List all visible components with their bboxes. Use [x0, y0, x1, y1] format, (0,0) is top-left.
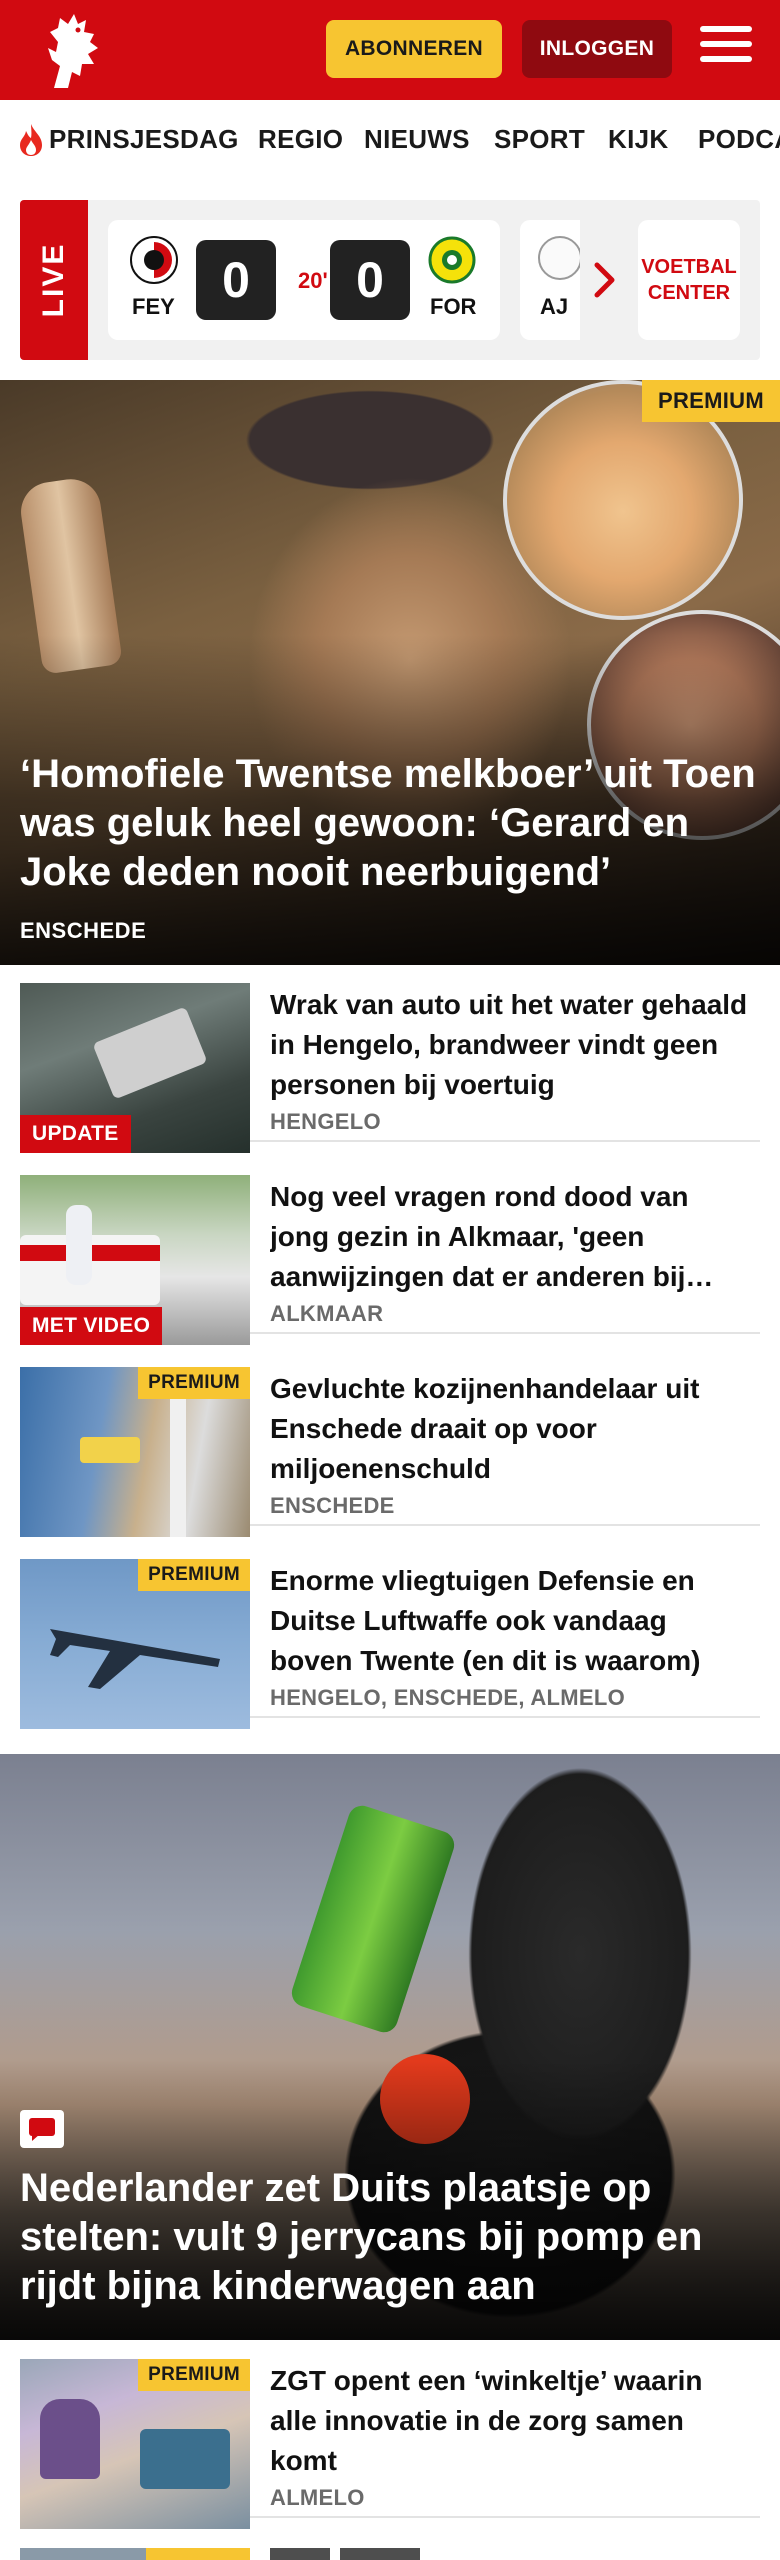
article-location: ALKMAAR	[270, 1301, 384, 1326]
feyenoord-logo-icon	[130, 236, 178, 284]
airplane-icon	[50, 1629, 220, 1689]
premium-badge: PREMIUM	[138, 2359, 250, 2391]
list-item[interactable]: MET VIDEO Nog veel vragen rond dood van …	[20, 1159, 760, 1345]
article-location: ALMELO	[270, 2485, 365, 2510]
login-button[interactable]: INLOGGEN	[522, 20, 672, 78]
subscribe-button[interactable]: ABONNEREN	[326, 20, 502, 78]
article-thumbnail: PREMIUM	[20, 2359, 250, 2529]
article-title[interactable]: Gevluchte kozijnenhandelaar uit Enschede…	[270, 1369, 750, 1489]
nav-item-regio[interactable]: REGIO	[258, 124, 343, 155]
away-team-abbr: FOR	[430, 294, 477, 319]
voetbal-center-button[interactable]: VOETBAL CENTER	[638, 220, 740, 340]
article-title[interactable]: Nog veel vragen rond dood van jong gezin…	[270, 1177, 750, 1297]
premium-badge: PREMIUM	[138, 1559, 250, 1591]
ajax-logo-icon	[538, 236, 580, 280]
premium-badge: PREMIUM	[642, 380, 780, 422]
list-item[interactable]: PREMIUM Enorme vliegtuigen Defensie en D…	[20, 1543, 760, 1729]
nav-item-prinsjesdag[interactable]: PRINSJESDAG	[49, 124, 239, 155]
article-title-peek	[270, 2548, 570, 2560]
list-item[interactable]: UPDATE Wrak van auto uit het water gehaa…	[20, 967, 760, 1153]
featured-title[interactable]: Nederlander zet Duits plaatsje op stelte…	[20, 2164, 760, 2311]
hero-article[interactable]: PREMIUM ‘Homofiele Twentse melkboer’ uit…	[0, 380, 780, 965]
live-badge: LIVE	[20, 200, 88, 360]
next-match-card[interactable]: AJ	[520, 220, 580, 340]
article-thumbnail: PREMIUM	[20, 1367, 250, 1537]
article-title[interactable]: ZGT opent een ‘winkeltje’ waarin alle in…	[270, 2361, 750, 2481]
chevron-right-icon[interactable]	[592, 260, 618, 300]
premium-badge: PREMIUM	[138, 1367, 250, 1399]
fortuna-logo-icon	[428, 236, 476, 284]
list-item[interactable]: PREMIUM Gevluchte kozijnenhandelaar uit …	[20, 1351, 760, 1537]
logo-horse-icon[interactable]	[38, 8, 108, 92]
article-location: HENGELO	[270, 1109, 381, 1134]
live-scores-bar: LIVE FEY 0 20' 0 FOR AJ VOETBAL CENTER	[20, 200, 760, 360]
article-location: HENGELO, ENSCHEDE, ALMELO	[270, 1685, 626, 1710]
home-team-abbr: FEY	[132, 294, 175, 319]
article-thumbnail: UPDATE	[20, 983, 250, 1153]
article-thumbnail: PREMIUM	[20, 1559, 250, 1729]
hero-title[interactable]: ‘Homofiele Twentse melkboer’ uit Toen wa…	[20, 750, 760, 897]
away-score: 0	[330, 240, 410, 320]
home-score: 0	[196, 240, 276, 320]
nav-item-nieuws[interactable]: NIEUWS	[364, 124, 470, 155]
article-location: ENSCHEDE	[270, 1493, 395, 1518]
article-thumbnail-peek	[20, 2548, 250, 2560]
update-badge: UPDATE	[20, 1115, 131, 1153]
list-item[interactable]: PREMIUM ZGT opent een ‘winkeltje’ waarin…	[20, 2343, 760, 2529]
featured-article[interactable]: Nederlander zet Duits plaatsje op stelte…	[0, 1754, 780, 2340]
article-title[interactable]: Wrak van auto uit het water gehaald in H…	[270, 985, 750, 1105]
nav-item-kijk[interactable]: KIJK	[608, 124, 668, 155]
top-bar: ABONNEREN INLOGGEN	[0, 0, 780, 100]
next-team-abbr: AJ	[540, 294, 569, 319]
comment-icon	[20, 2110, 64, 2148]
nav-item-podcast[interactable]: PODCA	[698, 124, 780, 155]
flame-icon	[16, 122, 46, 158]
match-minute: 20'	[298, 268, 328, 293]
hamburger-menu-icon[interactable]	[700, 26, 752, 72]
hero-location: ENSCHEDE	[20, 918, 147, 943]
article-thumbnail: MET VIDEO	[20, 1175, 250, 1345]
main-nav: PRINSJESDAG REGIO NIEUWS SPORT KIJK PODC…	[0, 100, 780, 180]
live-match-card[interactable]: FEY 0 20' 0 FOR	[108, 220, 500, 340]
nav-item-sport[interactable]: SPORT	[494, 124, 585, 155]
video-badge: MET VIDEO	[20, 1307, 163, 1345]
article-title[interactable]: Enorme vliegtuigen Defensie en Duitse Lu…	[270, 1561, 750, 1681]
